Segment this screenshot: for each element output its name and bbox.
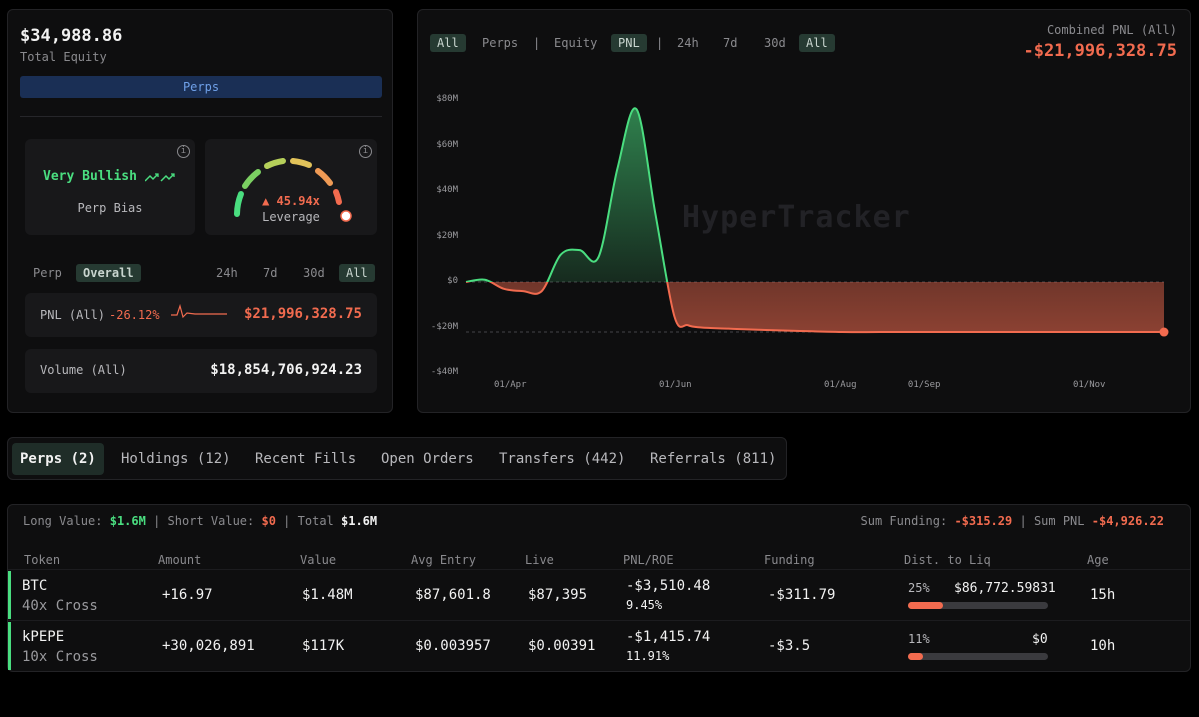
table-row[interactable]: BTC 40x Cross +16.97 $1.48M $87,601.8 $8… (8, 569, 1190, 619)
volume-value: $18,854,706,924.23 (210, 362, 362, 378)
period-24h[interactable]: 24h (216, 266, 238, 280)
period-30d[interactable]: 30d (303, 266, 325, 280)
tab-perps[interactable]: Perps (2) (12, 443, 104, 475)
short-value-label: Short Value: (167, 514, 255, 528)
last-point-marker (1159, 327, 1169, 337)
token-name: BTC (22, 578, 48, 594)
tab-holdings[interactable]: Holdings (12) (121, 451, 231, 467)
position-roe: 9.45% (626, 598, 663, 612)
long-indicator (8, 622, 11, 670)
pnl-sparkline (171, 303, 227, 319)
total-equity-label: Total Equity (20, 50, 107, 64)
warning-icon: ▲ (262, 194, 270, 208)
liq-distance-fill (908, 653, 924, 660)
position-funding: -$311.79 (768, 587, 836, 603)
metrics-tab-perp[interactable]: Perp (33, 266, 62, 280)
equity-perps-label: Perps (182, 80, 220, 94)
funding-summary: Sum Funding: -$315.29 | Sum PNL -$4,926.… (860, 514, 1165, 528)
positions-tab-bar: Perps (2) Holdings (12) Recent Fills Ope… (7, 437, 787, 480)
live-price: $87,395 (528, 587, 588, 603)
metrics-tab-bar: Perp Overall 24h 7d 30d All (25, 264, 381, 284)
position-age: 15h (1090, 587, 1116, 603)
position-funding: -$3.5 (768, 638, 811, 654)
liq-price: $86,772.59831 (954, 581, 1056, 596)
col-dist-liq[interactable]: Dist. to Liq (904, 553, 991, 567)
total-label: Total (297, 514, 334, 528)
long-value-label: Long Value: (23, 514, 103, 528)
liq-distance-bar (908, 602, 1048, 609)
avg-entry: $87,601.8 (415, 587, 491, 603)
perp-bias-label: Perp Bias (77, 201, 143, 215)
sum-funding-label: Sum Funding: (860, 514, 948, 528)
metrics-tab-overall[interactable]: Overall (76, 264, 141, 282)
divider (20, 116, 382, 117)
perp-bias-value: Very Bullish (43, 169, 137, 184)
tab-recent-fills[interactable]: Recent Fills (255, 451, 356, 467)
sum-funding-value: -$315.29 (954, 514, 1013, 528)
period-7d[interactable]: 7d (263, 266, 277, 280)
liq-distance-fill (908, 602, 943, 609)
position-pnl: -$1,415.74 (626, 629, 711, 645)
pnl-card: PNL (All) -26.12% $21,996,328.75 (25, 293, 377, 337)
token-leverage: 40x Cross (22, 598, 98, 614)
perp-bias-card: i Very Bullish Perp Bias (25, 139, 195, 235)
chart-panel: All Perps | Equity PNL | 24h 7d 30d All … (417, 9, 1191, 413)
live-price: $0.00391 (528, 638, 596, 654)
liq-pct: 11% (908, 632, 930, 646)
period-all[interactable]: All (339, 264, 375, 282)
position-amount: +16.97 (162, 587, 213, 603)
perp-bias-row: Very Bullish (43, 169, 175, 184)
trend-up-icon (144, 172, 175, 182)
tab-transfers[interactable]: Transfers (442) (499, 451, 625, 467)
leverage-label: Leverage (262, 210, 320, 224)
table-row[interactable]: kPEPE 10x Cross +30,026,891 $117K $0.003… (8, 620, 1190, 670)
long-value: $1.6M (109, 514, 146, 528)
col-avg-entry[interactable]: Avg Entry (411, 553, 476, 567)
col-token[interactable]: Token (24, 553, 60, 567)
pnl-value: $21,996,328.75 (243, 306, 362, 322)
avg-entry: $0.003957 (415, 638, 491, 654)
total-value: $1.6M (341, 514, 378, 528)
col-amount[interactable]: Amount (158, 553, 201, 567)
liq-price: $0 (1032, 632, 1048, 647)
col-pnl-roe[interactable]: PNL/ROE (623, 553, 674, 567)
total-equity-value: $34,988.86 (20, 26, 123, 46)
pnl-label: PNL (All) (40, 308, 106, 322)
position-value: $1.48M (302, 587, 353, 603)
summary-row: Long Value: $1.6M | Short Value: $0 | To… (23, 514, 378, 528)
token-name: kPEPE (22, 629, 65, 645)
info-icon[interactable]: i (177, 145, 190, 158)
position-amount: +30,026,891 (162, 638, 255, 654)
leverage-row: ▲ 45.94x (205, 194, 377, 208)
equity-perps-bar[interactable]: Perps (20, 76, 382, 98)
liq-distance-bar (908, 653, 1048, 660)
leverage-card: i ▲ 45.94x Leverage (205, 139, 377, 235)
liq-pct: 25% (908, 581, 930, 595)
long-indicator (8, 571, 11, 619)
tab-open-orders[interactable]: Open Orders (381, 451, 474, 467)
position-value: $117K (302, 638, 345, 654)
negative-area (466, 282, 1164, 333)
token-leverage: 10x Cross (22, 649, 98, 665)
summary-panel: $34,988.86 Total Equity Perps i Very Bul… (7, 9, 393, 413)
position-roe: 11.91% (626, 649, 670, 663)
sum-pnl-value: -$4,926.22 (1091, 514, 1164, 528)
volume-label: Volume (All) (40, 363, 127, 377)
pnl-pct: -26.12% (109, 308, 160, 322)
positions-panel: Long Value: $1.6M | Short Value: $0 | To… (7, 504, 1191, 672)
pnl-area-chart (465, 107, 1169, 337)
col-live[interactable]: Live (525, 553, 554, 567)
short-value: $0 (261, 514, 276, 528)
volume-card: Volume (All) $18,854,706,924.23 (25, 349, 377, 393)
leverage-value: 45.94x (276, 194, 320, 208)
col-funding[interactable]: Funding (764, 553, 815, 567)
col-age[interactable]: Age (1087, 553, 1109, 567)
position-age: 10h (1090, 638, 1116, 654)
col-value[interactable]: Value (300, 553, 336, 567)
sum-pnl-label: Sum PNL (1033, 514, 1085, 528)
tab-referrals[interactable]: Referrals (811) (650, 451, 776, 467)
position-pnl: -$3,510.48 (626, 578, 711, 594)
